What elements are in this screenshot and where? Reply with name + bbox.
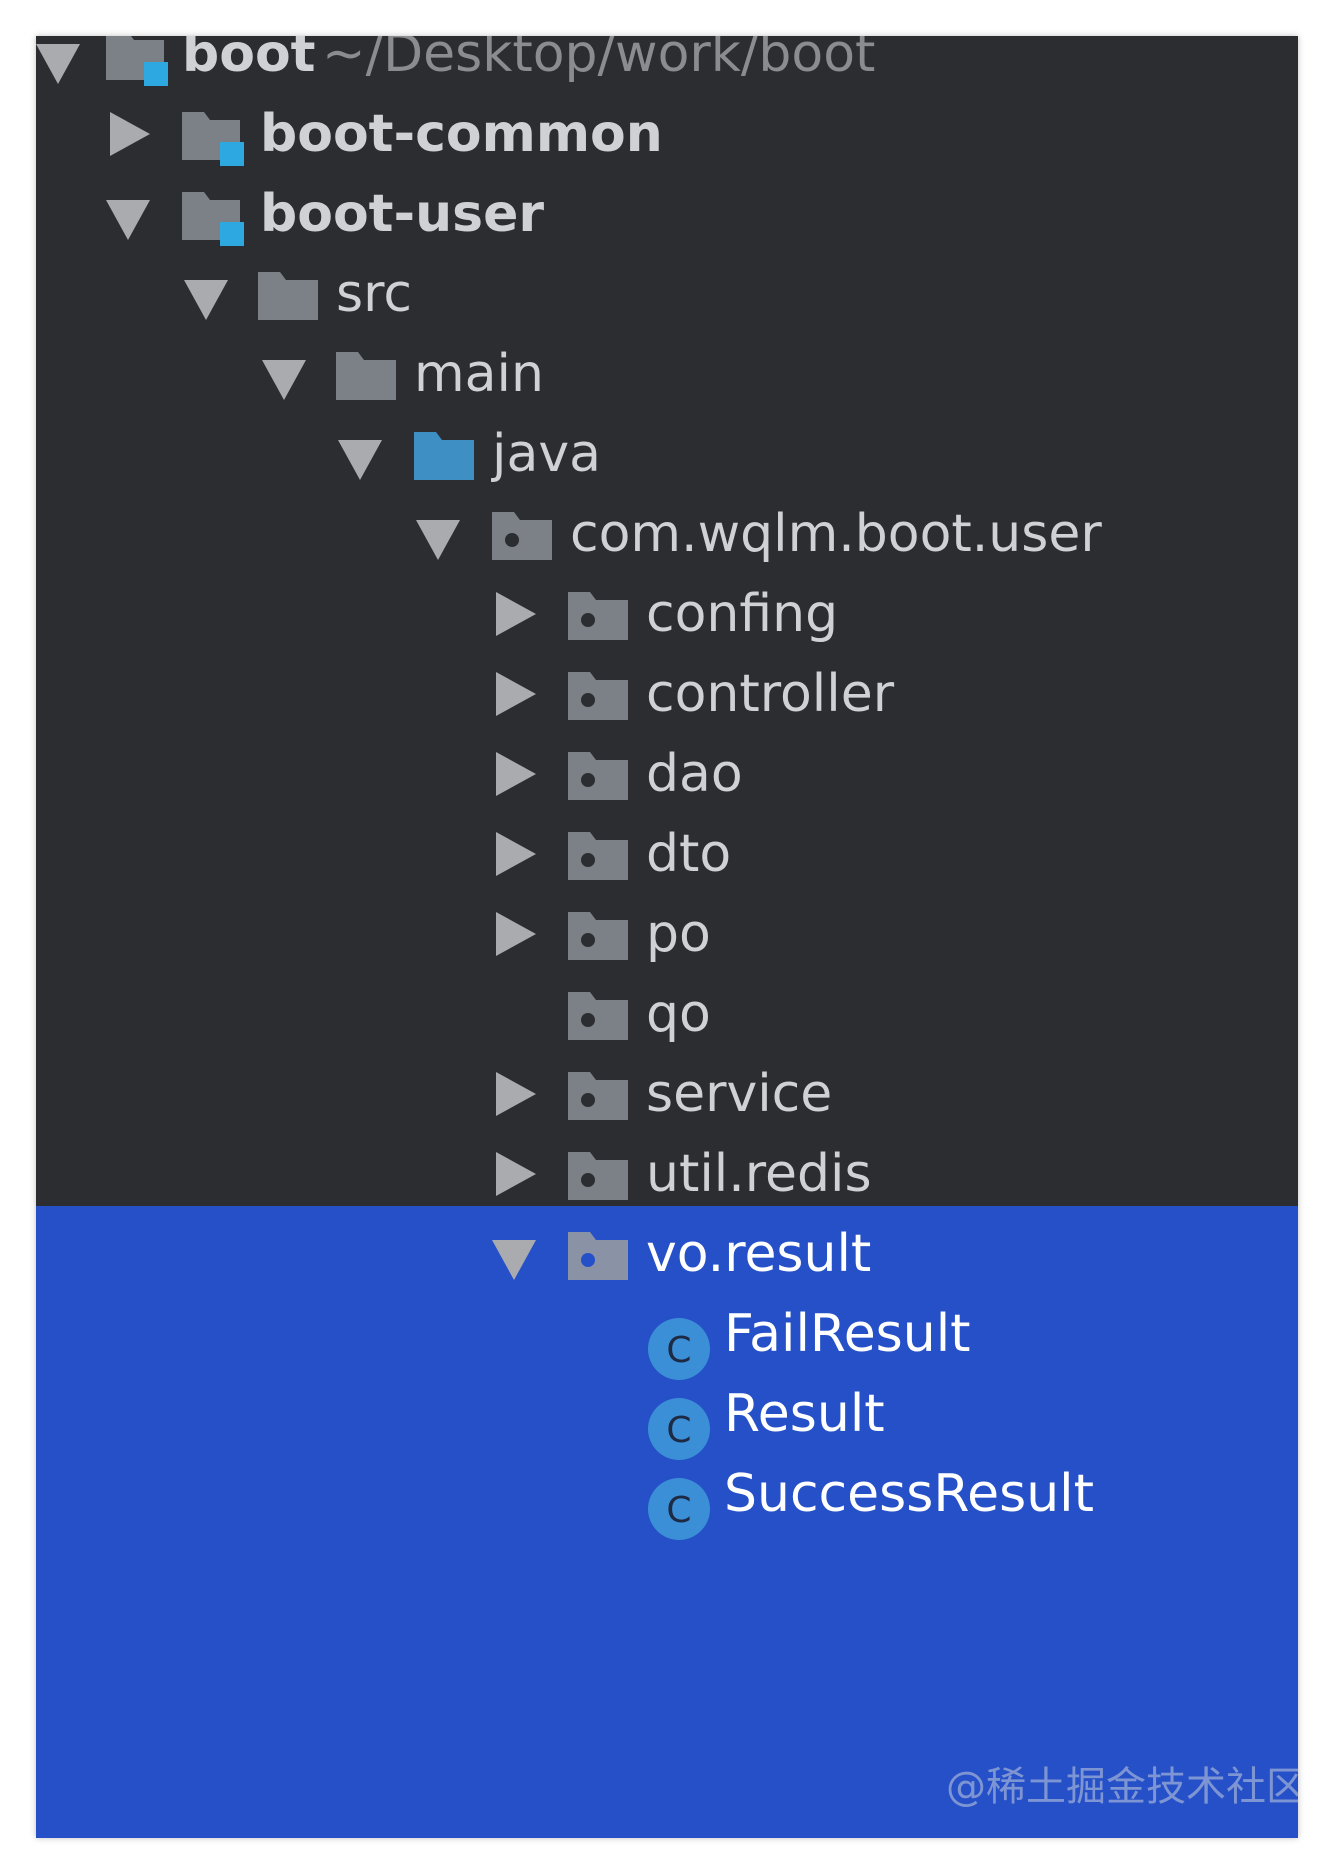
module-folder-icon <box>106 36 168 86</box>
watermark: @稀土掘金技术社区 <box>946 1764 1298 1810</box>
package-icon <box>568 832 628 880</box>
tree-row-vo-result[interactable]: vo.result <box>36 1206 1298 1302</box>
chevron-down-icon[interactable] <box>36 44 80 84</box>
chevron-right-icon[interactable] <box>496 1152 536 1196</box>
class-badge-letter: C <box>666 1330 691 1371</box>
chevron-down-icon[interactable] <box>262 360 306 400</box>
chevron-right-icon[interactable] <box>496 912 536 956</box>
screenshot-frame: boot ~/Desktop/work/boot boot-common boo… <box>0 0 1334 1874</box>
module-folder-icon <box>182 112 244 166</box>
class-icon: C <box>648 1398 710 1460</box>
chevron-down-icon[interactable] <box>338 440 382 480</box>
chevron-right-icon[interactable] <box>496 672 536 716</box>
module-folder-icon <box>182 192 244 246</box>
chevron-right-icon[interactable] <box>496 832 536 876</box>
chevron-right-icon[interactable] <box>496 592 536 636</box>
package-icon <box>568 752 628 800</box>
chevron-down-icon[interactable] <box>416 520 460 560</box>
package-icon <box>568 672 628 720</box>
chevron-right-icon[interactable] <box>496 1072 536 1116</box>
project-tree[interactable]: boot ~/Desktop/work/boot boot-common boo… <box>36 36 1298 1838</box>
folder-icon <box>336 352 396 400</box>
package-icon <box>568 1072 628 1120</box>
package-icon <box>568 592 628 640</box>
folder-icon <box>258 272 318 320</box>
package-icon <box>492 512 552 560</box>
class-icon: C <box>648 1478 710 1540</box>
package-icon <box>568 1152 628 1200</box>
class-badge-letter: C <box>666 1490 691 1531</box>
chevron-right-icon[interactable] <box>496 752 536 796</box>
chevron-right-icon[interactable] <box>110 112 150 156</box>
tree-label-success-result: SuccessResult <box>724 1464 1094 1524</box>
chevron-down-icon[interactable] <box>106 200 150 240</box>
package-icon <box>568 912 628 960</box>
class-icon: C <box>648 1318 710 1380</box>
class-badge-letter: C <box>666 1410 691 1451</box>
package-icon <box>568 992 628 1040</box>
chevron-down-icon[interactable] <box>184 280 228 320</box>
chevron-down-icon[interactable] <box>492 1240 536 1280</box>
source-folder-icon <box>414 432 474 480</box>
package-icon <box>568 1232 628 1280</box>
